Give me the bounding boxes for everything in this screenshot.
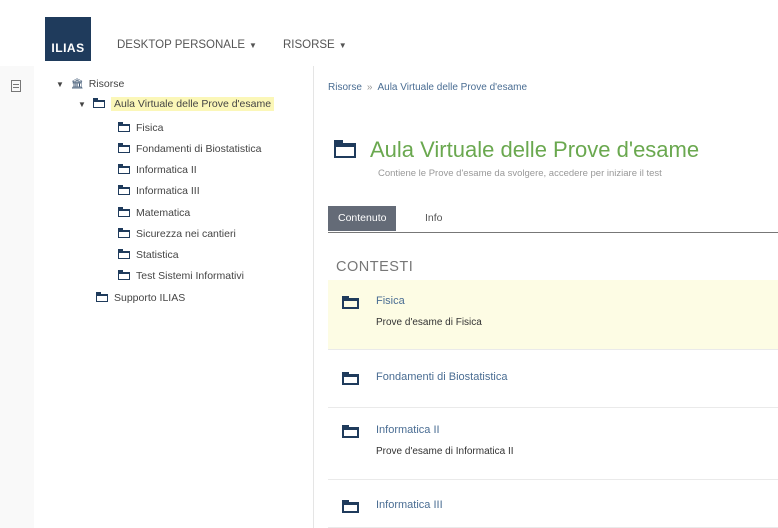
- ilias-logo[interactable]: ILIAS: [45, 17, 91, 61]
- tree-label[interactable]: Informatica III: [136, 185, 200, 197]
- item-title[interactable]: Fondamenti di Biostatistica: [376, 371, 507, 383]
- list-item[interactable]: Fisica Prove d'esame di Fisica: [328, 280, 778, 350]
- item-title[interactable]: Informatica II: [376, 424, 440, 436]
- chevron-down-icon: ▼: [249, 41, 257, 50]
- tree-node-child[interactable]: Statistica: [117, 246, 179, 264]
- tree-label[interactable]: Sicurezza nei cantieri: [136, 228, 236, 240]
- tree-label[interactable]: Fisica: [136, 122, 163, 134]
- tree-label[interactable]: Risorse: [89, 78, 125, 90]
- breadcrumb: Risorse » Aula Virtuale delle Prove d'esam…: [328, 82, 527, 93]
- expand-arrow-icon[interactable]: ▼: [78, 100, 88, 109]
- breadcrumb-separator: »: [366, 82, 373, 93]
- repository-icon: 🏛: [71, 78, 84, 90]
- folder-icon: [342, 296, 359, 309]
- breadcrumb-item[interactable]: Risorse: [328, 82, 362, 93]
- folder-icon: [117, 143, 130, 153]
- expand-arrow-icon[interactable]: ▼: [56, 80, 66, 89]
- tree-label[interactable]: Informatica II: [136, 164, 197, 176]
- tree-node-child[interactable]: Test Sistemi Informativi: [117, 267, 244, 285]
- tree-label[interactable]: Matematica: [136, 207, 190, 219]
- folder-icon: [117, 249, 130, 259]
- tree-label[interactable]: Supporto ILIAS: [114, 292, 185, 304]
- list-item[interactable]: Fondamenti di Biostatistica: [328, 350, 778, 408]
- folder-icon: [95, 292, 108, 302]
- item-title[interactable]: Fisica: [376, 295, 405, 307]
- item-description: Prove d'esame di Informatica II: [376, 446, 514, 457]
- page-description: Contiene le Prove d'esame da svolgere, a…: [378, 168, 662, 179]
- section-title: CONTESTI: [336, 259, 414, 275]
- tab-info[interactable]: Info: [415, 206, 453, 231]
- tree-node-supporto[interactable]: Supporto ILIAS: [95, 289, 185, 307]
- tree-node-child[interactable]: Informatica II: [117, 161, 197, 179]
- tree-node-current[interactable]: ▼ Aula Virtuale delle Prove d'esame: [78, 95, 275, 113]
- tree-label[interactable]: Statistica: [136, 249, 179, 261]
- tree-node-child[interactable]: Informatica III: [117, 182, 200, 200]
- tree-node-child[interactable]: Fondamenti di Biostatistica: [117, 140, 261, 158]
- list-item[interactable]: Informatica III: [328, 480, 778, 528]
- tree-label[interactable]: Aula Virtuale delle Prove d'esame: [111, 97, 275, 111]
- folder-icon: [117, 270, 130, 280]
- folder-icon: [342, 372, 359, 385]
- folder-icon: [117, 228, 130, 238]
- sidebar-toggle-icon[interactable]: [11, 80, 21, 92]
- folder-icon: [342, 425, 359, 438]
- item-description: Prove d'esame di Fisica: [376, 317, 482, 328]
- page-title: Aula Virtuale delle Prove d'esame: [370, 137, 700, 162]
- folder-icon: [117, 207, 130, 217]
- menu-risorse[interactable]: RISORSE ▼: [283, 39, 347, 51]
- tree-node-child[interactable]: Fisica: [117, 119, 163, 137]
- menu-desktop-personale[interactable]: DESKTOP PERSONALE ▼: [117, 39, 257, 51]
- menu-desktop-personale-label: DESKTOP PERSONALE: [117, 39, 246, 51]
- tab-bar: Contenuto Info: [328, 206, 778, 233]
- folder-icon: [333, 139, 356, 158]
- sidebar-rail: [0, 66, 34, 528]
- tree-label[interactable]: Fondamenti di Biostatistica: [136, 143, 261, 155]
- item-title[interactable]: Informatica III: [376, 499, 443, 511]
- folder-icon: [92, 98, 105, 108]
- tree-navigation: ▼ 🏛 Risorse ▼ Aula Virtuale delle Prove …: [34, 66, 313, 528]
- main-menu: DESKTOP PERSONALE ▼ RISORSE ▼: [117, 39, 347, 51]
- breadcrumb-item[interactable]: Aula Virtuale delle Prove d'esame: [377, 82, 527, 93]
- list-item[interactable]: Informatica II Prove d'esame di Informat…: [328, 408, 778, 480]
- main-content: Risorse » Aula Virtuale delle Prove d'esam…: [314, 66, 778, 528]
- tab-contenuto[interactable]: Contenuto: [328, 206, 397, 231]
- menu-risorse-label: RISORSE: [282, 39, 335, 51]
- folder-icon: [342, 500, 359, 513]
- folder-icon: [117, 122, 130, 132]
- page-header: Aula Virtuale delle Prove d'esame: [333, 137, 700, 163]
- top-header: ILIAS DESKTOP PERSONALE ▼ RISORSE ▼: [0, 0, 778, 66]
- tree-node-risorse[interactable]: ▼ 🏛 Risorse: [56, 75, 124, 93]
- tree-node-child[interactable]: Matematica: [117, 204, 190, 222]
- chevron-down-icon: ▼: [338, 41, 347, 50]
- folder-icon: [117, 185, 130, 195]
- tree-label[interactable]: Test Sistemi Informativi: [136, 270, 244, 282]
- tree-node-child[interactable]: Sicurezza nei cantieri: [117, 225, 236, 243]
- folder-icon: [117, 164, 130, 174]
